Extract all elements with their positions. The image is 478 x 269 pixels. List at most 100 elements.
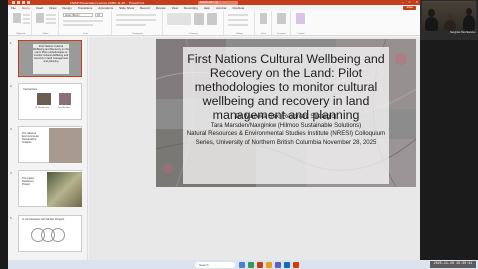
new-slide-icon[interactable]: [36, 13, 44, 23]
tab-file[interactable]: File: [11, 6, 16, 10]
find-icon[interactable]: [228, 14, 248, 16]
thumbnail-title: Instructors: [23, 87, 38, 91]
instructor-photo: [59, 93, 71, 105]
tab-view[interactable]: View: [172, 6, 178, 10]
taskbar-clock: 2025-11-28 10:30:41: [430, 261, 476, 268]
screen-left-edge: [0, 0, 8, 269]
teams-icon[interactable]: [275, 261, 281, 268]
paragraph-group: Paragraph: [113, 11, 163, 35]
autosave-icon[interactable]: [12, 1, 15, 4]
folder-icon[interactable]: [266, 261, 272, 268]
taskbar-search[interactable]: Search: [195, 261, 235, 268]
office-icon[interactable]: [293, 261, 299, 268]
thumbnail-number: 1: [10, 41, 12, 45]
font-color-buttons[interactable]: [63, 24, 93, 26]
tab-help[interactable]: Help: [204, 6, 210, 10]
participant-name: Naxginkw Tara Marsden: [450, 31, 476, 34]
group-label-designer: Designer: [277, 33, 286, 35]
instructor-photo: [37, 93, 51, 105]
person-body: [444, 20, 456, 31]
tab-animations[interactable]: Animations: [98, 6, 113, 10]
copy-icon[interactable]: [23, 18, 30, 20]
person-head: [466, 8, 472, 15]
slide-thumbnail-4[interactable]: The Lakes Resiliency Project: [18, 170, 82, 207]
edge-icon[interactable]: [248, 261, 254, 268]
font-size-select[interactable]: 18: [95, 13, 103, 17]
save-icon[interactable]: [17, 1, 20, 4]
tab-insert[interactable]: Insert: [36, 6, 44, 10]
person-body: [425, 17, 438, 31]
group-label-slides: Slides: [42, 33, 49, 35]
taskbar-apps: [239, 261, 299, 268]
person-head: [428, 9, 435, 17]
replace-icon[interactable]: [228, 19, 248, 21]
tab-acrobat[interactable]: Acrobat: [216, 6, 226, 10]
share-button[interactable]: Share: [403, 5, 416, 10]
search-input[interactable]: Search (Alt + Q): [198, 0, 238, 5]
slide-editing-area: First Nations Cultural Wellbeing and Rec…: [89, 37, 420, 261]
format-painter-icon[interactable]: [23, 22, 30, 24]
copilot-group: Copilot: [292, 11, 310, 35]
paste-icon[interactable]: [13, 13, 21, 23]
reset-icon[interactable]: [46, 18, 56, 20]
arrange-icon[interactable]: [194, 13, 204, 25]
designer-group: Designer: [273, 11, 291, 35]
align-buttons[interactable]: [116, 19, 156, 21]
quick-access-toolbar: [12, 1, 30, 4]
text-direction-buttons[interactable]: [116, 24, 146, 26]
font-name-select[interactable]: Aptos (Body): [63, 13, 93, 17]
ribbon: Clipboard Slides Aptos (Body) 18 Font Pa…: [8, 10, 420, 36]
undo-icon[interactable]: [22, 1, 25, 4]
thumbnail-number: 5: [10, 216, 12, 220]
voice-group: Voice: [256, 11, 272, 35]
current-slide[interactable]: First Nations Cultural Wellbeing and Rec…: [156, 39, 416, 187]
outlook-icon[interactable]: [284, 261, 290, 268]
venn-circle: [51, 228, 65, 242]
slide-thumbnail-5[interactable]: In Conversation with Similar Projects: [18, 215, 82, 252]
thumbnail-caption: Tara Marsden: [58, 107, 71, 109]
slide-thumbnail-2[interactable]: Instructors Dr. Marieka Sax Tara Marsden: [18, 83, 82, 120]
font-format-buttons[interactable]: [63, 20, 103, 22]
tab-home[interactable]: Home: [22, 6, 30, 10]
notes-area[interactable]: [89, 222, 420, 260]
dictate-icon[interactable]: [260, 13, 267, 24]
layout-icon[interactable]: [46, 14, 56, 16]
slide-title[interactable]: First Nations Cultural Wellbeing and Rec…: [183, 52, 389, 122]
slides-group: Slides: [33, 11, 59, 35]
slide-authors[interactable]: Dr. Marieka Sax (Resonant Strategic) Tar…: [183, 113, 389, 148]
drawing-group: Drawing: [164, 11, 224, 35]
thumbnail-title: The Lakes Resiliency Project: [22, 177, 35, 186]
thumbnail-number: 3: [10, 127, 12, 131]
powerpoint-window: FNWP Presentation Lecture UNBC 11.28 ...…: [8, 0, 420, 269]
slide-text-panel: First Nations Cultural Wellbeing and Rec…: [183, 47, 389, 184]
thumbnail-map-image: [49, 128, 82, 163]
shapes-gallery-icon[interactable]: [167, 13, 191, 25]
author-line: Natural Resources & Environmental Studie…: [186, 130, 386, 138]
select-icon[interactable]: [228, 24, 248, 26]
tab-record[interactable]: Record: [140, 6, 150, 10]
section-icon[interactable]: [46, 22, 56, 24]
author-line: Series, University of Northern British C…: [195, 139, 377, 147]
copilot-icon[interactable]: [296, 13, 305, 24]
powerpoint-icon[interactable]: [257, 261, 263, 268]
thumbnail-number: 2: [10, 84, 12, 88]
designer-icon[interactable]: [277, 13, 286, 24]
cut-icon[interactable]: [23, 14, 30, 16]
tab-transitions[interactable]: Transitions: [78, 6, 93, 10]
tab-review[interactable]: Review: [156, 6, 166, 10]
slide-thumbnail-1[interactable]: First Nations Cultural Wellbeing and Rec…: [18, 40, 82, 77]
meeting-participant-tiles: Naxginkw Tara Marsden: [420, 0, 478, 40]
tab-slide-show[interactable]: Slide Show: [119, 6, 134, 10]
quick-styles-icon[interactable]: [207, 13, 217, 25]
clipboard-group: Clipboard: [10, 11, 32, 35]
group-label-font: Font: [83, 33, 88, 35]
tab-onenote[interactable]: OneNote: [232, 6, 244, 10]
tab-recording[interactable]: Recording: [184, 6, 198, 10]
tab-design[interactable]: Design: [62, 6, 71, 10]
slide-thumbnail-3[interactable]: The Skeena Environmental Stewardship Ini…: [18, 126, 82, 163]
list-buttons[interactable]: [116, 14, 156, 16]
tab-draw[interactable]: Draw: [49, 6, 56, 10]
redo-icon[interactable]: [27, 1, 30, 4]
group-label-clipboard: Clipboard: [15, 33, 26, 35]
file-explorer-icon[interactable]: [239, 261, 245, 268]
